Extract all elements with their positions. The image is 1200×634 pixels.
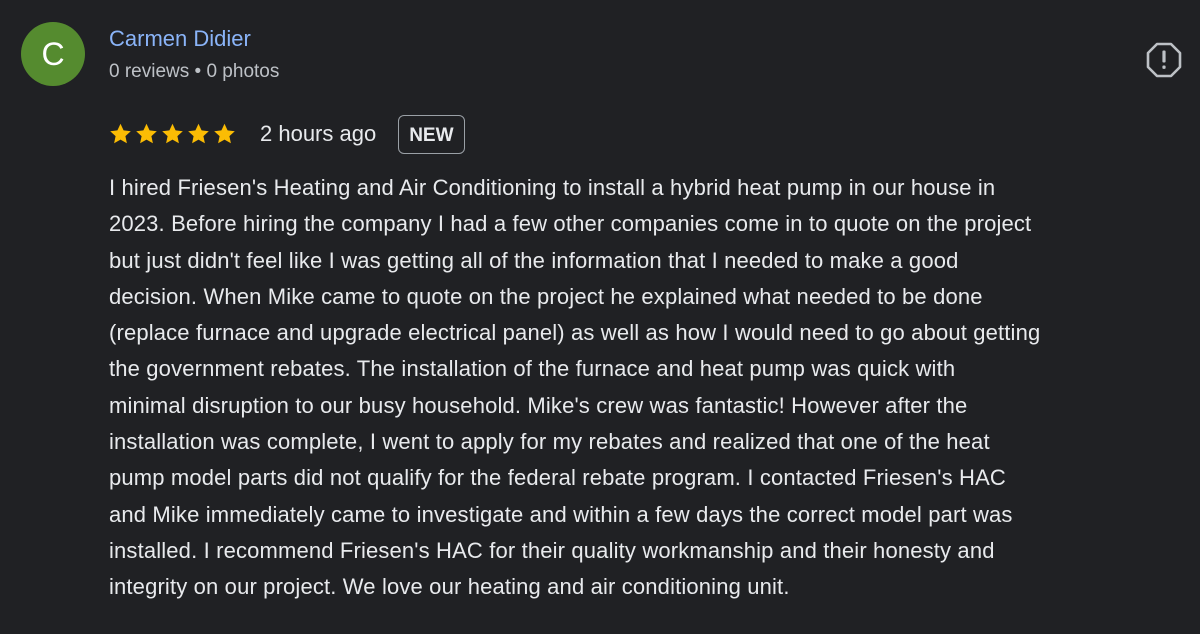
report-exclamation-icon[interactable] <box>1146 42 1182 78</box>
author-meta: 0 reviews • 0 photos <box>109 61 280 82</box>
review-text-line: the government rebates. The installation… <box>109 356 956 382</box>
new-badge: NEW <box>398 114 465 154</box>
review-text-line: I hired Friesen's Heating and Air Condit… <box>109 175 996 200</box>
star-icon <box>188 123 209 144</box>
review-text: I hired Friesen's Heating and Air Condit… <box>109 170 1200 606</box>
author-name[interactable]: Carmen Didier <box>109 26 251 52</box>
star-icon <box>162 123 183 144</box>
review-text-line: installation was complete, I went to app… <box>109 429 990 455</box>
review-text-line: 2023. Before hiring the company I had a … <box>109 211 1032 237</box>
review-card: C Carmen Didier 0 reviews • 0 photos 2 h… <box>0 0 1200 634</box>
star-rating <box>108 122 237 146</box>
review-text-line: integrity on our project. We love our he… <box>109 574 790 600</box>
avatar-letter: C <box>41 36 65 72</box>
review-text-line: but just didn't feel like I was getting … <box>109 247 959 273</box>
review-text-line: decision. When Mike came to quote on the… <box>109 283 983 309</box>
review-text-line: pump model parts did not qualify for the… <box>109 465 1006 491</box>
review-text-line: minimal disruption to our busy household… <box>109 392 968 418</box>
review-text-line: installed. I recommend Friesen's HAC for… <box>109 537 995 563</box>
review-text-line: and Mike immediately came to investigate… <box>109 501 1013 527</box>
star-icon <box>214 123 235 144</box>
star-icon <box>110 123 131 144</box>
star-icon <box>136 123 157 144</box>
rating-row: 2 hours ago NEW <box>108 114 465 154</box>
review-time: 2 hours ago <box>260 121 377 146</box>
avatar[interactable]: C <box>21 22 85 86</box>
review-text-line: (replace furnace and upgrade electrical … <box>109 320 1041 346</box>
